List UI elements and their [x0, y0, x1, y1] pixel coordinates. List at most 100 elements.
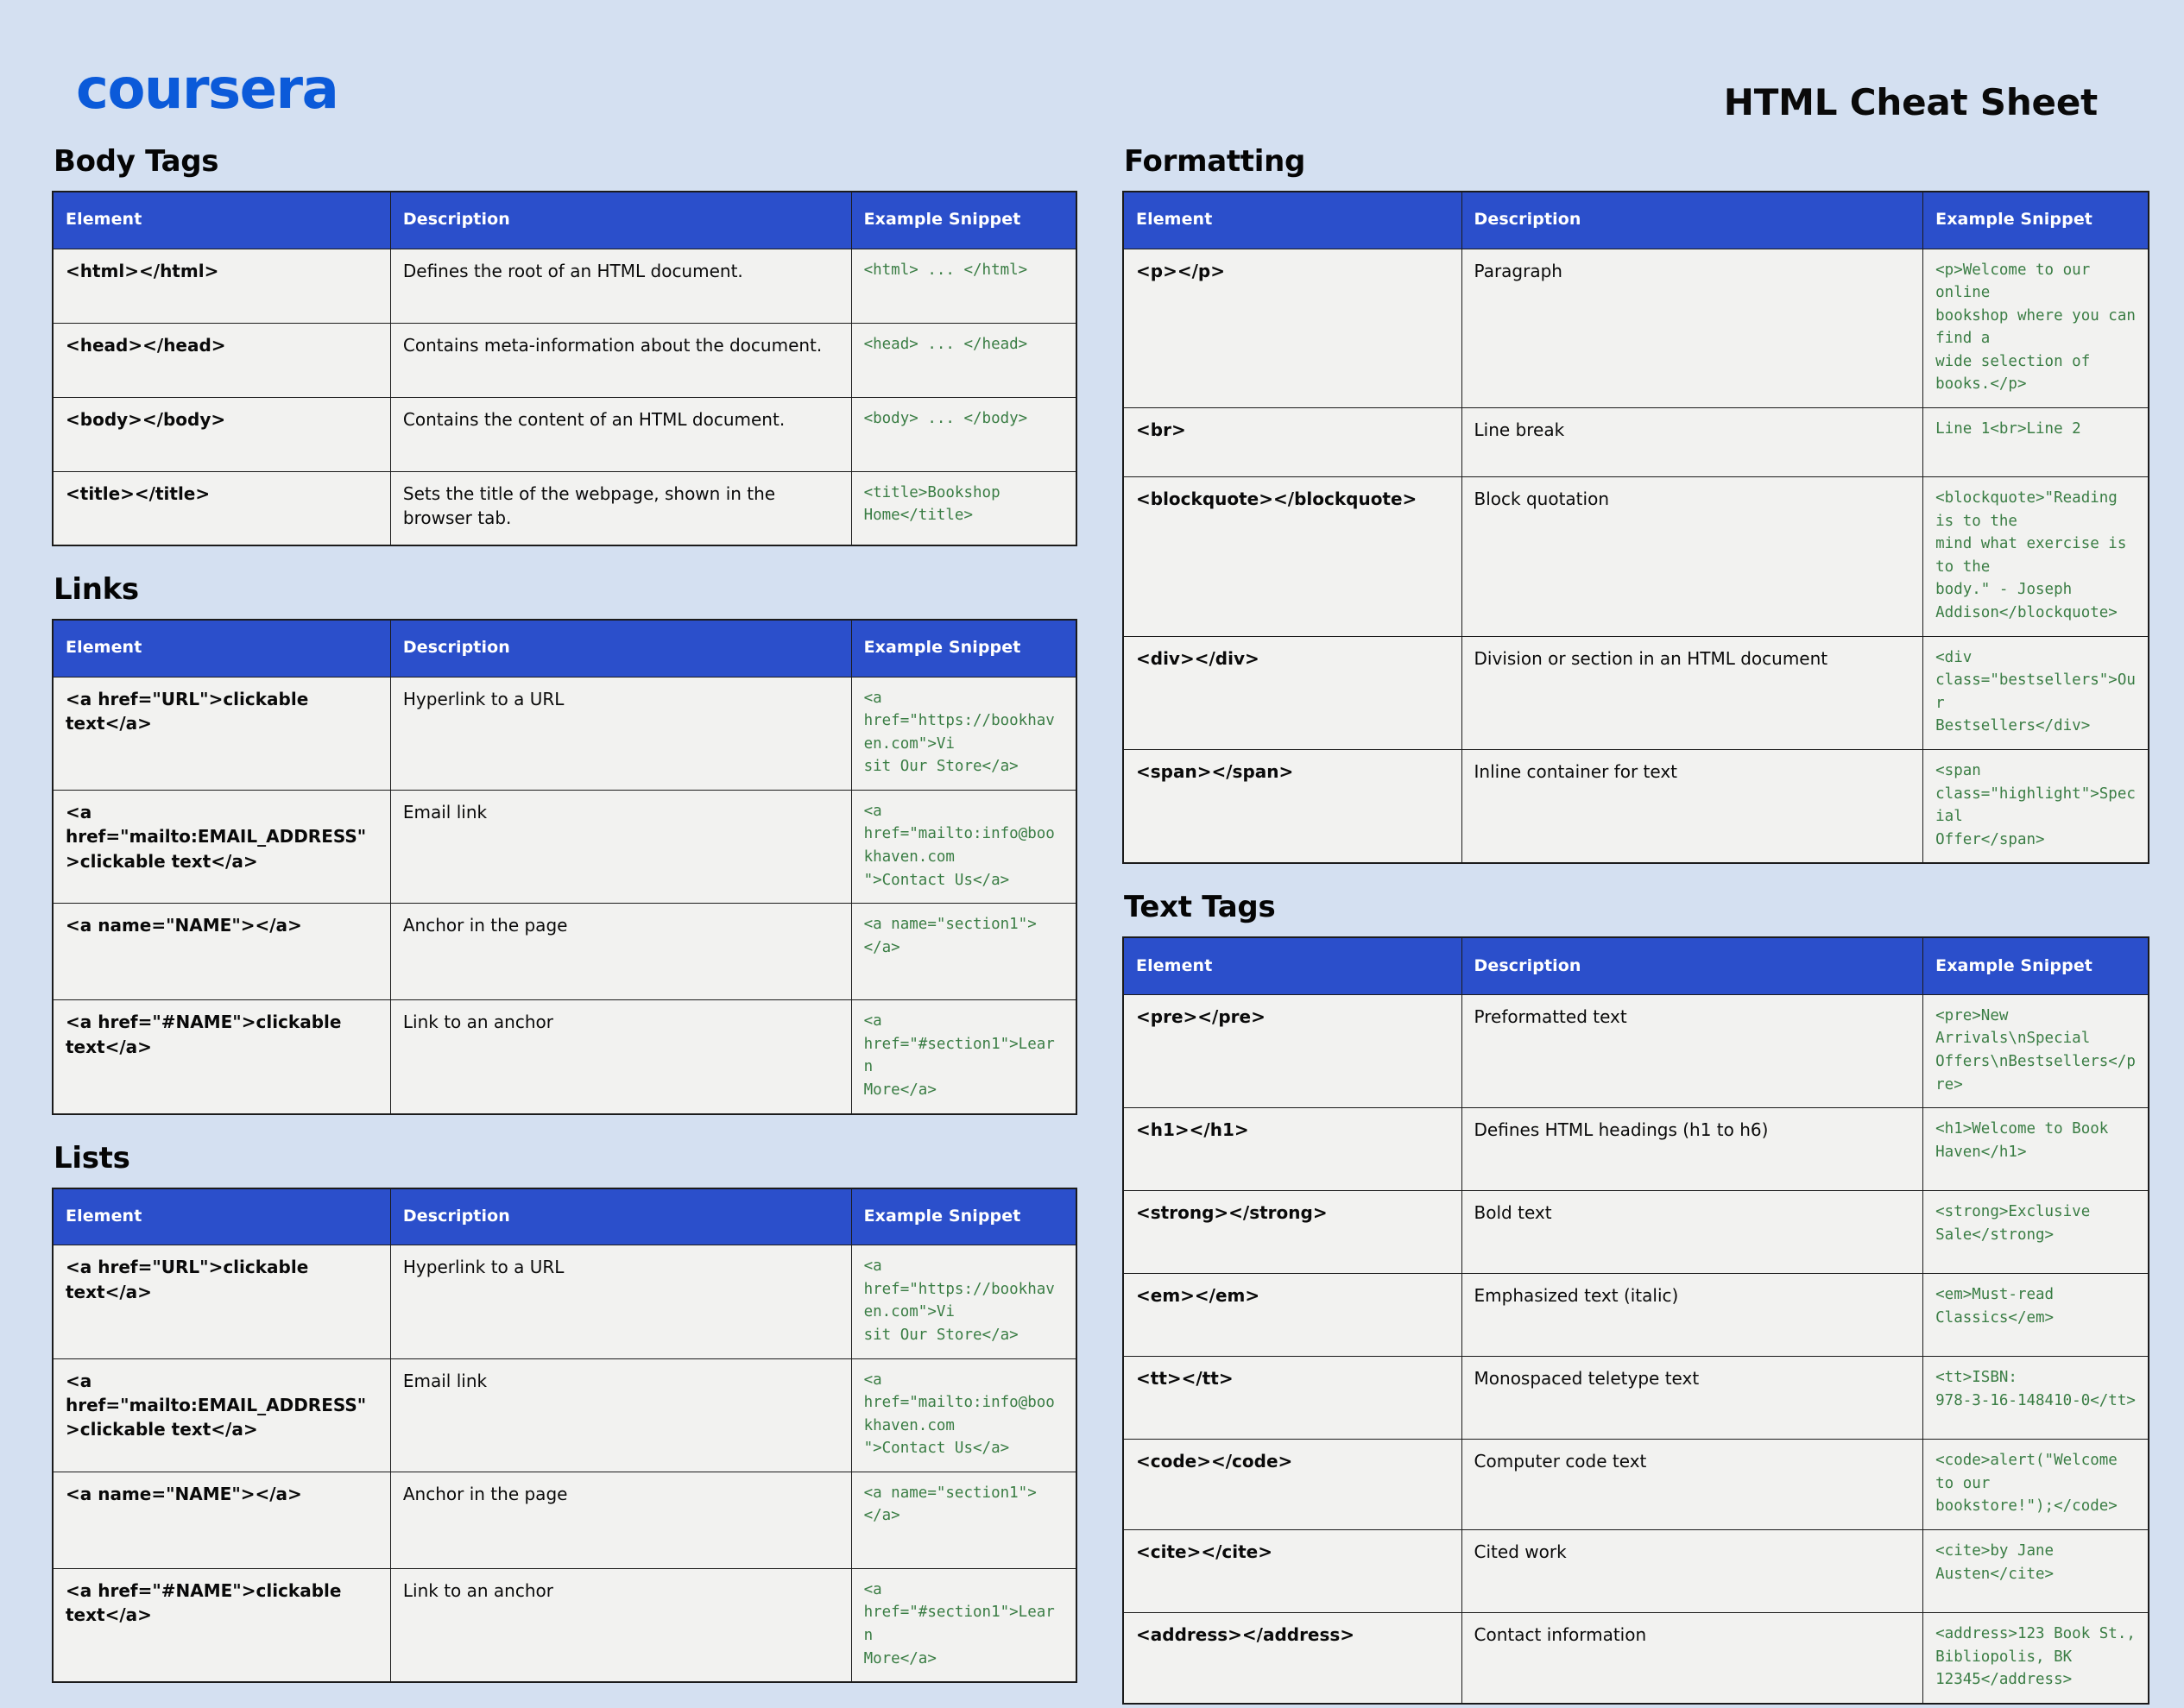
cell-description: Anchor in the page [389, 1471, 852, 1569]
cell-element: <div></div> [1122, 635, 1462, 751]
cell-snippet: <div class="bestsellers">Our Bestsellers… [1922, 635, 2149, 751]
table-formatting: Element Description Example Snippet <p><… [1122, 191, 2149, 865]
cell-snippet: <address>123 Book St., Bibliopolis, BK 1… [1922, 1612, 2149, 1705]
table-row: <blockquote></blockquote> Block quotatio… [1122, 476, 2149, 637]
table-row: <a name="NAME"></a> Anchor in the page <… [52, 903, 1077, 1001]
cell-element: <title></title> [52, 470, 391, 546]
cell-snippet: <html> ... </html> [850, 248, 1077, 324]
cell-snippet: <a name="section1"></a> [850, 1471, 1077, 1569]
section-title-text-tags: Text Tags [1124, 890, 1276, 925]
table-row: <tt></tt> Monospaced teletype text <tt>I… [1122, 1356, 2149, 1440]
cell-description: Block quotation [1461, 476, 1924, 637]
cell-description: Line break [1461, 407, 1924, 478]
column-header-snippet: Example Snippet [1922, 936, 2149, 995]
cell-description: Monospaced teletype text [1461, 1356, 1924, 1440]
cheat-sheet-page: coursera HTML Cheat Sheet Body Tags Elem… [0, 0, 2184, 1705]
table-links: Element Description Example Snippet <a h… [52, 619, 1077, 1115]
column-header-description: Description [389, 619, 852, 678]
table-row: <br> Line break Line 1<br>Line 2 [1122, 407, 2149, 478]
table-row: <a href="#NAME">clickable text</a> Link … [52, 999, 1077, 1115]
cell-description: Link to an anchor [389, 999, 852, 1115]
column-header-element: Element [1122, 191, 1462, 249]
page-title: HTML Cheat Sheet [1723, 81, 2098, 123]
section-title-lists: Lists [54, 1140, 130, 1175]
cell-snippet: <em>Must-read Classics</em> [1922, 1273, 2149, 1358]
cell-element: <body></body> [52, 396, 391, 472]
table-row: <a href="mailto:EMAIL_ADDRESS">clickable… [52, 789, 1077, 904]
section-formatting: Formatting Element Description Example S… [1122, 144, 2149, 865]
cell-snippet: <title>Bookshop Home</title> [850, 470, 1077, 546]
table-row: <head></head> Contains meta-information … [52, 322, 1077, 398]
cell-description: Email link [389, 1358, 852, 1472]
cell-description: Preformatted text [1461, 993, 1924, 1109]
table-row: <cite></cite> Cited work <cite>by Jane A… [1122, 1529, 2149, 1614]
coursera-logo[interactable]: coursera [76, 62, 339, 117]
table-header-row: Element Description Example Snippet [52, 191, 1077, 249]
cell-description: Contains the content of an HTML document… [389, 396, 852, 472]
cell-description: Cited work [1461, 1529, 1924, 1614]
cell-element: <span></span> [1122, 749, 1462, 864]
cell-description: Link to an anchor [389, 1567, 852, 1683]
cell-element: <a name="NAME"></a> [52, 1471, 391, 1569]
cell-snippet: <strong>Exclusive Sale</strong> [1922, 1190, 2149, 1275]
cell-snippet: <body> ... </body> [850, 396, 1077, 472]
column-header-element: Element [52, 191, 391, 249]
table-header-row: Element Description Example Snippet [1122, 191, 2149, 249]
cell-element: <address></address> [1122, 1612, 1462, 1705]
table-row: <div></div> Division or section in an HT… [1122, 635, 2149, 751]
cell-element: <a href="URL">clickable text</a> [52, 1245, 391, 1359]
cell-snippet: <blockquote>"Reading is to the mind what… [1922, 476, 2149, 637]
cell-snippet: <h1>Welcome to Book Haven</h1> [1922, 1107, 2149, 1192]
cell-snippet: <a href="#section1">Learn More</a> [850, 1567, 1077, 1683]
table-row: <h1></h1> Defines HTML headings (h1 to h… [1122, 1107, 2149, 1192]
cell-element: <h1></h1> [1122, 1107, 1462, 1192]
cell-description: Contains meta-information about the docu… [389, 322, 852, 398]
cell-description: Sets the title of the webpage, shown in … [389, 470, 852, 546]
column-header-description: Description [1461, 936, 1924, 995]
cell-snippet: <a href="#section1">Learn More</a> [850, 999, 1077, 1115]
table-header-row: Element Description Example Snippet [52, 1188, 1077, 1246]
cell-element: <p></p> [1122, 248, 1462, 409]
cell-snippet: <p>Welcome to our online bookshop where … [1922, 248, 2149, 409]
cell-snippet: <span class="highlight">Special Offer</s… [1922, 749, 2149, 864]
column-header-snippet: Example Snippet [850, 1188, 1077, 1246]
section-links: Links Element Description Example Snippe… [52, 572, 1077, 1115]
column-header-snippet: Example Snippet [1922, 191, 2149, 249]
cell-description: Defines HTML headings (h1 to h6) [1461, 1107, 1924, 1192]
column-header-snippet: Example Snippet [850, 619, 1077, 678]
cell-element: <html></html> [52, 248, 391, 324]
cell-snippet: <a href="mailto:info@bookhaven.com ">Con… [850, 1358, 1077, 1472]
cell-description: Email link [389, 789, 852, 904]
section-text-tags: Text Tags Element Description Example Sn… [1122, 890, 2149, 1705]
cell-description: Emphasized text (italic) [1461, 1273, 1924, 1358]
cell-element: <a href="URL">clickable text</a> [52, 676, 391, 791]
cell-element: <br> [1122, 407, 1462, 478]
cell-element: <a href="mailto:EMAIL_ADDRESS">clickable… [52, 789, 391, 904]
table-row: <a href="URL">clickable text</a> Hyperli… [52, 1245, 1077, 1359]
cell-element: <a name="NAME"></a> [52, 903, 391, 1001]
table-row: <a href="mailto:EMAIL_ADDRESS">clickable… [52, 1358, 1077, 1472]
cell-element: <a href="#NAME">clickable text</a> [52, 999, 391, 1115]
cell-snippet: <a href="https://bookhaven.com">Vi sit O… [850, 676, 1077, 791]
cell-snippet: <code>alert("Welcome to our bookstore!")… [1922, 1439, 2149, 1531]
cell-element: <code></code> [1122, 1439, 1462, 1531]
column-header-description: Description [389, 191, 852, 249]
table-row: <a href="#NAME">clickable text</a> Link … [52, 1567, 1077, 1683]
column-header-element: Element [52, 1188, 391, 1246]
cell-element: <a href="#NAME">clickable text</a> [52, 1567, 391, 1683]
content-columns: Body Tags Element Description Example Sn… [0, 123, 2184, 1708]
column-header-description: Description [389, 1188, 852, 1246]
table-row: <title></title> Sets the title of the we… [52, 470, 1077, 546]
table-header-row: Element Description Example Snippet [52, 619, 1077, 678]
cell-snippet: <head> ... </head> [850, 322, 1077, 398]
cell-description: Contact information [1461, 1612, 1924, 1705]
cell-element: <a href="mailto:EMAIL_ADDRESS">clickable… [52, 1358, 391, 1472]
table-header-row: Element Description Example Snippet [1122, 936, 2149, 995]
column-header-element: Element [1122, 936, 1462, 995]
page-header: coursera HTML Cheat Sheet [0, 0, 2184, 123]
section-title-links: Links [54, 572, 139, 607]
cell-description: Division or section in an HTML document [1461, 635, 1924, 751]
table-row: <a name="NAME"></a> Anchor in the page <… [52, 1471, 1077, 1569]
table-row: <a href="URL">clickable text</a> Hyperli… [52, 676, 1077, 791]
cell-element: <pre></pre> [1122, 993, 1462, 1109]
